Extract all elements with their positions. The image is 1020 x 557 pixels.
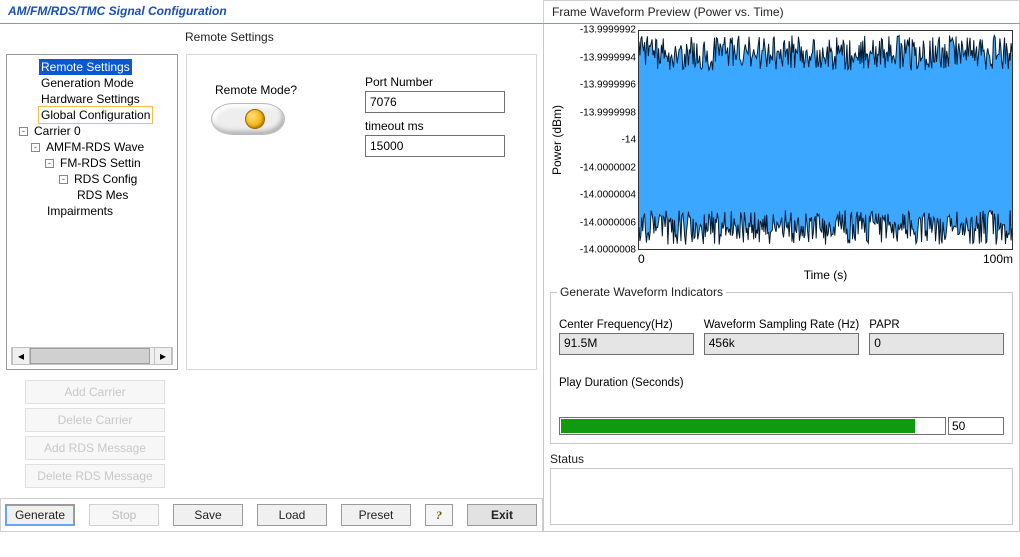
status-title: Status [550,452,1013,466]
preset-button[interactable]: Preset [341,504,411,526]
tree-item-hardware-settings[interactable]: Hardware Settings [39,91,142,107]
chart-x-tick: 100m [983,252,1013,266]
port-number-input[interactable] [365,91,505,113]
tree-item-rds-mes[interactable]: RDS Mes [75,187,130,203]
help-button[interactable]: ? [425,504,453,526]
scroll-right-icon[interactable]: ▸ [154,348,172,364]
help-icon: ? [436,508,442,523]
delete-rds-message-button[interactable]: Delete RDS Message [25,464,165,488]
papr-label: PAPR [869,319,1004,331]
chart-y-label: Power (dBm) [550,30,568,250]
delete-carrier-button[interactable]: Delete Carrier [25,408,165,432]
settings-panel: Remote Mode? Port Number timeout ms [186,54,537,370]
toggle-indicator-icon [245,109,265,129]
play-duration-progress [559,417,946,435]
app-title: AM/FM/RDS/TMC Signal Configuration [0,0,543,23]
save-button[interactable]: Save [173,504,243,526]
bottom-toolbar: Generate Stop Save Load Preset ? Exit [0,498,543,532]
chart-x-tick: 0 [638,252,645,266]
expander-icon[interactable]: - [31,143,40,152]
play-duration-value: 50 [948,417,1004,435]
timeout-input[interactable] [365,135,505,157]
center-freq-label: Center Frequency(Hz) [559,319,694,331]
expander-icon[interactable]: - [59,175,68,184]
panel-header: Remote Settings [0,24,543,48]
tree-scrollbar[interactable]: ◂ ▸ [11,347,173,365]
preview-title: Frame Waveform Preview (Power vs. Time) [543,0,1020,23]
tree-item-rds-config[interactable]: RDS Config [72,171,139,187]
expander-icon[interactable]: - [19,127,28,136]
tree-item-generation-mode[interactable]: Generation Mode [39,75,136,91]
port-number-label: Port Number [365,75,505,89]
remote-mode-toggle[interactable] [211,103,285,135]
papr-value: 0 [869,333,1004,355]
stop-button[interactable]: Stop [89,504,159,526]
timeout-label: timeout ms [365,119,505,133]
config-tree[interactable]: Remote Settings Generation Mode Hardware… [6,54,178,370]
load-button[interactable]: Load [257,504,327,526]
tree-item-global-config[interactable]: Global Configuration [39,107,152,123]
exit-button[interactable]: Exit [467,504,537,526]
scroll-thumb[interactable] [30,348,150,364]
center-freq-value: 91.5M [559,333,694,355]
status-box [550,468,1013,525]
samp-rate-value: 456k [704,333,860,355]
tree-item-fm-rds-settings[interactable]: FM-RDS Settin [58,155,143,171]
tree-item-carrier-0[interactable]: Carrier 0 [32,123,83,139]
generate-button[interactable]: Generate [5,504,75,526]
remote-mode-label: Remote Mode? [215,83,297,97]
chart-x-label: Time (s) [638,268,1013,286]
play-duration-label: Play Duration (Seconds) [559,377,1004,389]
samp-rate-label: Waveform Sampling Rate (Hz) [704,319,860,331]
add-carrier-button[interactable]: Add Carrier [25,380,165,404]
scroll-left-icon[interactable]: ◂ [12,348,30,364]
indicators-title: Generate Waveform Indicators [557,285,726,299]
tree-item-amfm-wave[interactable]: AMFM-RDS Wave [44,139,146,155]
tree-item-impairments[interactable]: Impairments [45,203,115,219]
expander-icon[interactable]: - [45,159,54,168]
tree-item-remote-settings[interactable]: Remote Settings [39,59,132,75]
waveform-chart: Power (dBm) -13.9999992-13.9999994-13.99… [550,30,1013,250]
add-rds-message-button[interactable]: Add RDS Message [25,436,165,460]
